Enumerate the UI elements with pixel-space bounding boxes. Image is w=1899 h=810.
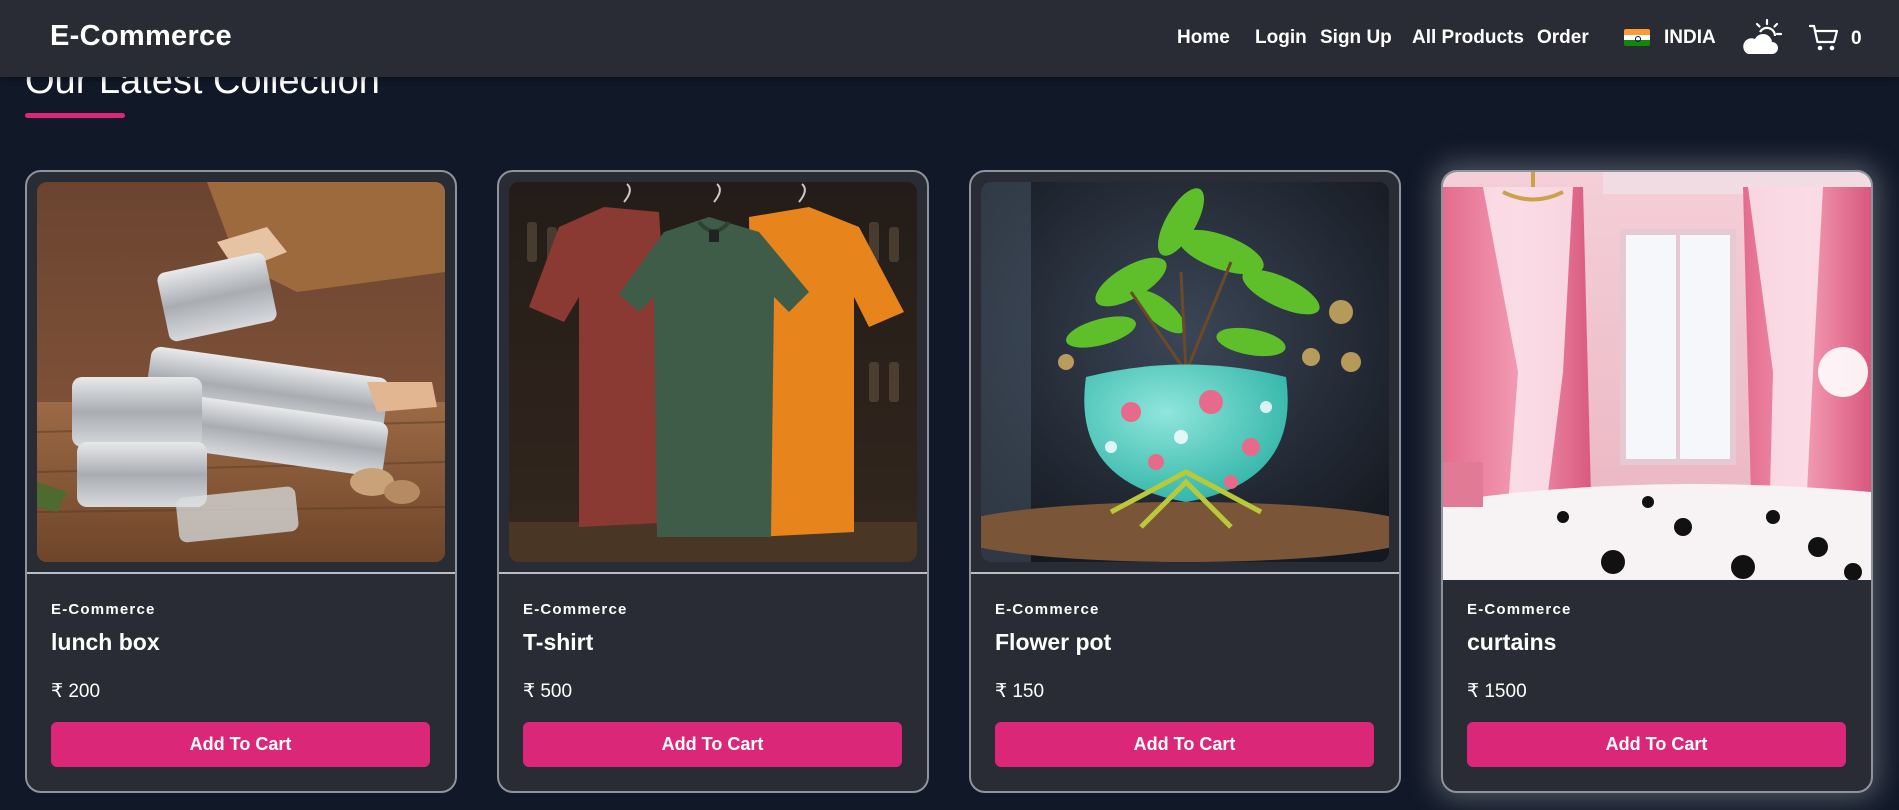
title-underline <box>25 113 125 118</box>
card-divider <box>27 572 455 574</box>
nav-link-signup[interactable]: Sign Up <box>1320 27 1392 49</box>
navbar: E-Commerce Home Login Sign Up All Produc… <box>0 0 1899 77</box>
product-price: ₹ 150 <box>995 681 1045 702</box>
cart-count-badge: 0 <box>1851 28 1862 49</box>
product-name: lunch box <box>51 629 160 655</box>
product-image-lunch-box[interactable] <box>37 182 445 562</box>
card-divider <box>971 572 1399 574</box>
add-to-cart-button[interactable]: Add To Cart <box>995 722 1374 767</box>
add-to-cart-button[interactable]: Add To Cart <box>523 722 902 767</box>
country-selector[interactable]: INDIA <box>1664 27 1716 49</box>
cart-icon[interactable] <box>1809 24 1839 52</box>
product-image-curtains[interactable] <box>1443 172 1871 580</box>
product-price: ₹ 1500 <box>1467 681 1527 702</box>
product-brand: E-Commerce <box>523 601 628 618</box>
product-card-lunch-box[interactable]: E-Commerce lunch box ₹ 200 Add To Cart <box>25 170 457 793</box>
product-card-flower-pot[interactable]: E-Commerce Flower pot ₹ 150 Add To Cart <box>969 170 1401 793</box>
nav-link-login[interactable]: Login <box>1255 27 1307 49</box>
product-card-tshirt[interactable]: E-Commerce T-shirt ₹ 500 Add To Cart <box>497 170 929 793</box>
nav-link-order[interactable]: Order <box>1537 27 1589 49</box>
product-brand: E-Commerce <box>995 601 1100 618</box>
india-flag-icon <box>1624 29 1650 46</box>
weather-icon[interactable] <box>1740 18 1782 58</box>
nav-links: Home Login Sign Up All Products Order <box>0 0 1899 77</box>
product-brand: E-Commerce <box>1467 601 1572 618</box>
add-to-cart-button[interactable]: Add To Cart <box>51 722 430 767</box>
product-price: ₹ 500 <box>523 681 573 702</box>
product-card-curtains[interactable]: E-Commerce curtains ₹ 1500 Add To Cart <box>1441 170 1873 793</box>
nav-link-all-products[interactable]: All Products <box>1412 27 1524 49</box>
product-price: ₹ 200 <box>51 681 101 702</box>
product-name: Flower pot <box>995 629 1112 655</box>
card-divider <box>499 572 927 574</box>
product-brand: E-Commerce <box>51 601 156 618</box>
add-to-cart-button[interactable]: Add To Cart <box>1467 722 1846 767</box>
nav-link-home[interactable]: Home <box>1177 27 1230 49</box>
product-name: curtains <box>1467 629 1557 655</box>
product-image-tshirt[interactable] <box>509 182 917 562</box>
product-name: T-shirt <box>523 629 594 655</box>
product-image-flower-pot[interactable] <box>981 182 1389 562</box>
